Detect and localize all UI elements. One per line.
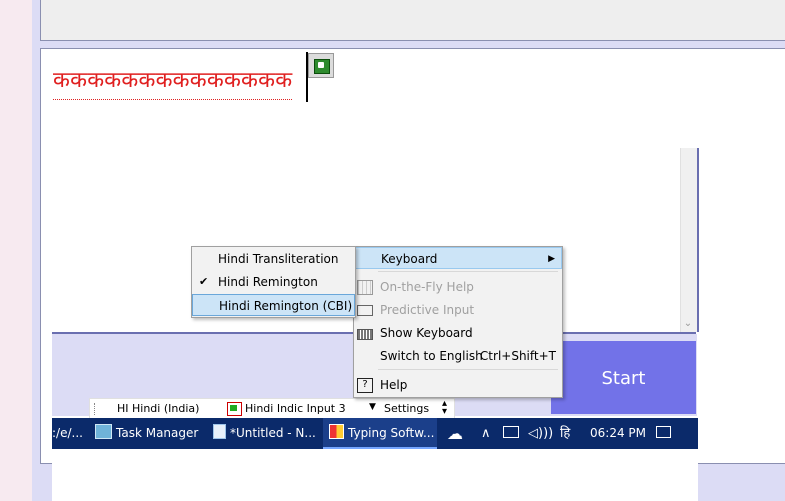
- task-manager-icon: [95, 424, 112, 439]
- vertical-scrollbar[interactable]: [680, 148, 699, 332]
- menu-separator: [378, 271, 558, 272]
- scroll-down-icon[interactable]: ⌄: [680, 318, 696, 330]
- menu-item-label: Show Keyboard: [380, 326, 473, 340]
- language-bar: HI Hindi (India) Hindi Indic Input 3 ▼ S…: [89, 398, 455, 420]
- submenu-item-label: Hindi Remington (CBI): [219, 299, 353, 313]
- taskbar-item-notepad[interactable]: *Untitled - N...: [208, 418, 325, 449]
- ime-name[interactable]: Hindi Indic Input 3: [245, 402, 346, 415]
- typing-software-icon: [329, 424, 344, 439]
- menu-item-predictive-input[interactable]: Predictive Input: [354, 299, 562, 321]
- settings-button[interactable]: Settings: [384, 402, 429, 415]
- predictive-icon: [357, 305, 373, 316]
- chevron-right-icon: ▶: [548, 254, 555, 264]
- submenu-item-hindi-remington-gail[interactable]: ✔ Hindi Remington (GAIL): [192, 271, 355, 311]
- taskbar: :/e/... Task Manager *Untitled - N... Ty…: [52, 418, 698, 449]
- chevron-up-icon[interactable]: ∧: [481, 418, 491, 449]
- menu-item-keyboard[interactable]: Keyboard ▶: [354, 247, 562, 269]
- checkmark-icon: ✔: [199, 275, 209, 288]
- ime-icon[interactable]: [227, 402, 242, 416]
- taskbar-item-label: Typing Softw...: [348, 426, 435, 440]
- grid-icon: [357, 280, 373, 295]
- help-icon: ?: [357, 378, 373, 393]
- language-indicator[interactable]: HI Hindi (India): [117, 402, 199, 415]
- menu-item-label: Predictive Input: [380, 303, 475, 317]
- menu-item-help[interactable]: ? Help: [354, 374, 562, 396]
- notification-icon[interactable]: [656, 418, 672, 449]
- bottom-white-area: [52, 462, 698, 501]
- chevron-down-icon[interactable]: ▼: [369, 402, 376, 412]
- left-edge-strip: [0, 0, 33, 501]
- taskbar-item-label: *Untitled - N...: [230, 426, 316, 440]
- menu-item-label: On-the-Fly Help: [380, 280, 474, 294]
- menu-item-label: Keyboard: [381, 252, 438, 266]
- menu-item-shortcut: Ctrl+Shift+T: [479, 349, 556, 363]
- clock-time[interactable]: 06:24 PM: [590, 418, 646, 449]
- top-panel: [40, 0, 785, 41]
- volume-icon[interactable]: ◁))): [528, 418, 553, 449]
- network-icon[interactable]: [503, 418, 521, 449]
- taskbar-url-fragment[interactable]: :/e/...: [52, 418, 83, 449]
- options-arrows-icon[interactable]: ▴ ▾: [442, 399, 447, 417]
- start-button[interactable]: Start: [551, 341, 696, 414]
- ime-floating-icon[interactable]: [308, 53, 334, 78]
- menu-separator: [378, 369, 558, 370]
- typed-text[interactable]: कककककककककककककक: [53, 64, 293, 100]
- menu-item-show-keyboard[interactable]: Show Keyboard: [354, 322, 562, 344]
- submenu-item-hindi-remington-cbi[interactable]: Hindi Remington (CBI): [192, 294, 355, 316]
- context-menu: Keyboard ▶ On-the-Fly Help Predictive In…: [353, 246, 563, 398]
- drag-grip-icon[interactable]: [94, 403, 97, 415]
- input-language-indicator[interactable]: हि: [560, 418, 570, 449]
- menu-item-on-the-fly-help[interactable]: On-the-Fly Help: [354, 276, 562, 298]
- keyboard-submenu: Hindi Transliteration ✔ Hindi Remington …: [191, 246, 356, 318]
- menu-item-label: Switch to English: [380, 349, 483, 363]
- taskbar-item-typing-software[interactable]: Typing Softw...: [323, 418, 437, 449]
- menu-item-switch-to-english[interactable]: Switch to English Ctrl+Shift+T: [354, 345, 562, 367]
- cloud-icon[interactable]: ☁: [447, 418, 469, 449]
- taskbar-item-label: Task Manager: [116, 426, 199, 440]
- keyboard-icon: [357, 329, 373, 340]
- taskbar-item-task-manager[interactable]: Task Manager: [92, 418, 209, 449]
- submenu-item-label: Hindi Transliteration: [218, 252, 339, 266]
- menu-item-label: Help: [380, 378, 408, 392]
- submenu-item-hindi-transliteration[interactable]: Hindi Transliteration: [192, 248, 355, 270]
- notepad-icon: [213, 424, 226, 439]
